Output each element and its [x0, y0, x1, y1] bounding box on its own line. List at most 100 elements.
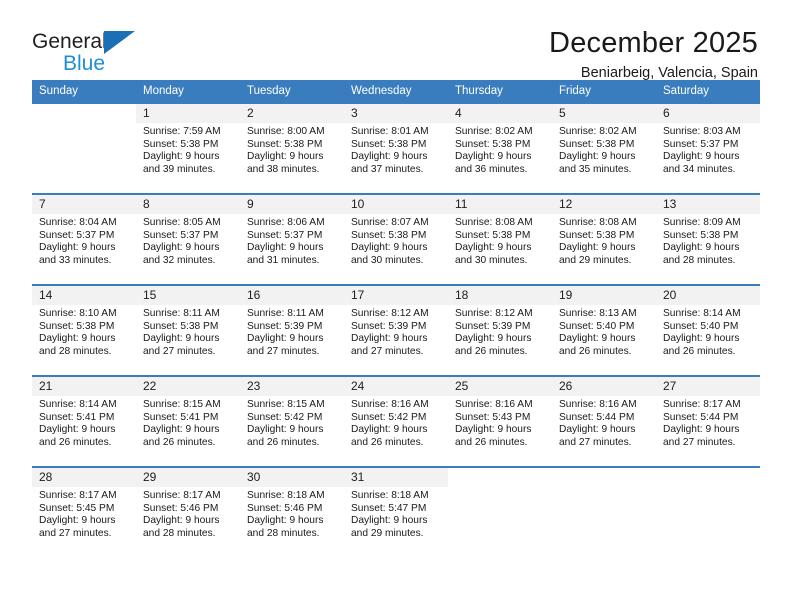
calendar-day-cell-empty [32, 103, 136, 185]
calendar-day-cell[interactable]: 22 Sunrise: 8:15 AM Sunset: 5:41 PM Dayligh… [136, 376, 240, 458]
title-block: December 2025 Beniarbeig, Valencia, Spai… [549, 26, 760, 83]
calendar-day-cell[interactable]: 4 Sunrise: 8:02 AM Sunset: 5:38 PM Daylight… [448, 103, 552, 185]
day-sun-info: Sunrise: 8:04 AM Sunset: 5:37 PM Daylight:… [32, 214, 136, 267]
daylight-duration-line1: Daylight: 9 hours [351, 242, 428, 254]
day-number: 23 [240, 377, 344, 396]
calendar-day-cell[interactable]: 23 Sunrise: 8:15 AM Sunset: 5:42 PM Dayligh… [240, 376, 344, 458]
sunset-time: Sunset: 5:38 PM [39, 320, 115, 332]
calendar-day-cell[interactable]: 17 Sunrise: 8:12 AM Sunset: 5:39 PM Dayligh… [344, 285, 448, 367]
calendar-day-cell[interactable]: 16 Sunrise: 8:11 AM Sunset: 5:39 PM Dayligh… [240, 285, 344, 367]
sunset-time: Sunset: 5:41 PM [39, 411, 115, 423]
day-sun-info: Sunrise: 8:00 AM Sunset: 5:38 PM Daylight:… [240, 123, 344, 176]
daylight-duration-line1: Daylight: 9 hours [351, 333, 428, 345]
sunset-time: Sunset: 5:38 PM [351, 229, 427, 241]
calendar-day-cell[interactable]: 14 Sunrise: 8:10 AM Sunset: 5:38 PM Dayligh… [32, 285, 136, 367]
day-number: 30 [240, 468, 344, 487]
generalblue-logo[interactable]: General Blue [32, 26, 242, 75]
logo-triangle-icon [104, 31, 135, 54]
calendar-day-cell[interactable]: 20 Sunrise: 8:14 AM Sunset: 5:40 PM Dayligh… [656, 285, 760, 367]
day-sun-info: Sunrise: 8:18 AM Sunset: 5:47 PM Daylight:… [344, 487, 448, 540]
calendar-day-cell[interactable]: 25 Sunrise: 8:16 AM Sunset: 5:43 PM Dayligh… [448, 376, 552, 458]
day-number: 18 [448, 286, 552, 305]
sunset-time: Sunset: 5:40 PM [663, 320, 739, 332]
calendar-day-cell[interactable]: 30 Sunrise: 8:18 AM Sunset: 5:46 PM Dayligh… [240, 467, 344, 549]
calendar-day-cell[interactable]: 5 Sunrise: 8:02 AM Sunset: 5:38 PM Daylight… [552, 103, 656, 185]
day-sun-info: Sunrise: 8:17 AM Sunset: 5:45 PM Daylight:… [32, 487, 136, 540]
calendar-day-cell[interactable]: 12 Sunrise: 8:08 AM Sunset: 5:38 PM Dayligh… [552, 194, 656, 276]
calendar-day-cell[interactable]: 26 Sunrise: 8:16 AM Sunset: 5:44 PM Dayligh… [552, 376, 656, 458]
week-spacer [32, 276, 760, 285]
calendar-day-cell[interactable]: 19 Sunrise: 8:13 AM Sunset: 5:40 PM Dayligh… [552, 285, 656, 367]
day-number [32, 104, 136, 123]
calendar-day-cell[interactable]: 7 Sunrise: 8:04 AM Sunset: 5:37 PM Daylight… [32, 194, 136, 276]
sunset-time: Sunset: 5:38 PM [351, 138, 427, 150]
day-number: 13 [656, 195, 760, 214]
daylight-duration-line2: and 29 minutes. [351, 527, 424, 539]
day-number: 2 [240, 104, 344, 123]
daylight-duration-line1: Daylight: 9 hours [559, 242, 636, 254]
sunrise-time: Sunrise: 8:06 AM [247, 217, 325, 228]
day-number: 22 [136, 377, 240, 396]
day-sun-info: Sunrise: 8:14 AM Sunset: 5:41 PM Daylight:… [32, 396, 136, 449]
daylight-duration-line2: and 36 minutes. [455, 163, 528, 175]
calendar-day-cell[interactable]: 31 Sunrise: 8:18 AM Sunset: 5:47 PM Dayligh… [344, 467, 448, 549]
sunrise-time: Sunrise: 7:59 AM [143, 126, 221, 137]
week-spacer [32, 185, 760, 194]
calendar-day-cell[interactable]: 21 Sunrise: 8:14 AM Sunset: 5:41 PM Dayligh… [32, 376, 136, 458]
week-spacer [32, 367, 760, 376]
calendar-day-cell[interactable]: 11 Sunrise: 8:08 AM Sunset: 5:38 PM Dayligh… [448, 194, 552, 276]
calendar-day-cell[interactable]: 10 Sunrise: 8:07 AM Sunset: 5:38 PM Dayligh… [344, 194, 448, 276]
week-spacer-cell [32, 367, 760, 376]
day-number [656, 468, 760, 487]
sunset-time: Sunset: 5:38 PM [663, 229, 739, 241]
calendar-day-cell[interactable]: 24 Sunrise: 8:16 AM Sunset: 5:42 PM Dayligh… [344, 376, 448, 458]
sunrise-time: Sunrise: 8:17 AM [143, 490, 221, 501]
daylight-duration-line1: Daylight: 9 hours [143, 242, 220, 254]
calendar-day-cell[interactable]: 28 Sunrise: 8:17 AM Sunset: 5:45 PM Dayligh… [32, 467, 136, 549]
calendar-day-cell[interactable]: 3 Sunrise: 8:01 AM Sunset: 5:38 PM Daylight… [344, 103, 448, 185]
day-sun-info: Sunrise: 8:02 AM Sunset: 5:38 PM Daylight:… [448, 123, 552, 176]
calendar-day-cell[interactable]: 6 Sunrise: 8:03 AM Sunset: 5:37 PM Daylight… [656, 103, 760, 185]
sunrise-time: Sunrise: 8:08 AM [455, 217, 533, 228]
daylight-duration-line2: and 34 minutes. [663, 163, 736, 175]
daylight-duration-line2: and 26 minutes. [39, 436, 112, 448]
sunrise-time: Sunrise: 8:02 AM [559, 126, 637, 137]
day-sun-info: Sunrise: 8:07 AM Sunset: 5:38 PM Daylight:… [344, 214, 448, 267]
day-number: 31 [344, 468, 448, 487]
weekday-header-friday: Friday [552, 80, 656, 103]
daylight-duration-line1: Daylight: 9 hours [663, 242, 740, 254]
calendar-day-cell[interactable]: 15 Sunrise: 8:11 AM Sunset: 5:38 PM Dayligh… [136, 285, 240, 367]
calendar-day-cell[interactable]: 13 Sunrise: 8:09 AM Sunset: 5:38 PM Dayligh… [656, 194, 760, 276]
calendar-day-cell[interactable]: 18 Sunrise: 8:12 AM Sunset: 5:39 PM Dayligh… [448, 285, 552, 367]
daylight-duration-line2: and 37 minutes. [351, 163, 424, 175]
sunset-time: Sunset: 5:37 PM [247, 229, 323, 241]
daylight-duration-line2: and 30 minutes. [351, 254, 424, 266]
calendar-day-cell[interactable]: 1 Sunrise: 7:59 AM Sunset: 5:38 PM Daylight… [136, 103, 240, 185]
daylight-duration-line2: and 26 minutes. [143, 436, 216, 448]
sunset-time: Sunset: 5:37 PM [143, 229, 219, 241]
daylight-duration-line2: and 27 minutes. [663, 436, 736, 448]
calendar-body: 1 Sunrise: 7:59 AM Sunset: 5:38 PM Daylight… [32, 103, 760, 549]
weekday-header-saturday: Saturday [656, 80, 760, 103]
sunrise-time: Sunrise: 8:08 AM [559, 217, 637, 228]
page-title: December 2025 [549, 27, 758, 59]
daylight-duration-line1: Daylight: 9 hours [143, 515, 220, 527]
calendar-day-cell[interactable]: 27 Sunrise: 8:17 AM Sunset: 5:44 PM Dayligh… [656, 376, 760, 458]
calendar-day-cell-empty [552, 467, 656, 549]
daylight-duration-line2: and 26 minutes. [663, 345, 736, 357]
calendar-day-cell[interactable]: 29 Sunrise: 8:17 AM Sunset: 5:46 PM Dayligh… [136, 467, 240, 549]
day-number: 6 [656, 104, 760, 123]
calendar-day-cell[interactable]: 8 Sunrise: 8:05 AM Sunset: 5:37 PM Daylight… [136, 194, 240, 276]
logo-text-blue: Blue [63, 52, 106, 75]
calendar-week-row: 1 Sunrise: 7:59 AM Sunset: 5:38 PM Daylight… [32, 103, 760, 185]
sunset-time: Sunset: 5:39 PM [247, 320, 323, 332]
daylight-duration-line2: and 28 minutes. [143, 527, 216, 539]
daylight-duration-line1: Daylight: 9 hours [247, 242, 324, 254]
daylight-duration-line1: Daylight: 9 hours [455, 151, 532, 163]
calendar-day-cell[interactable]: 9 Sunrise: 8:06 AM Sunset: 5:37 PM Daylight… [240, 194, 344, 276]
calendar-day-cell-empty [656, 467, 760, 549]
sunrise-time: Sunrise: 8:07 AM [351, 217, 429, 228]
sunset-time: Sunset: 5:38 PM [455, 138, 531, 150]
calendar-day-cell[interactable]: 2 Sunrise: 8:00 AM Sunset: 5:38 PM Daylight… [240, 103, 344, 185]
day-number: 14 [32, 286, 136, 305]
